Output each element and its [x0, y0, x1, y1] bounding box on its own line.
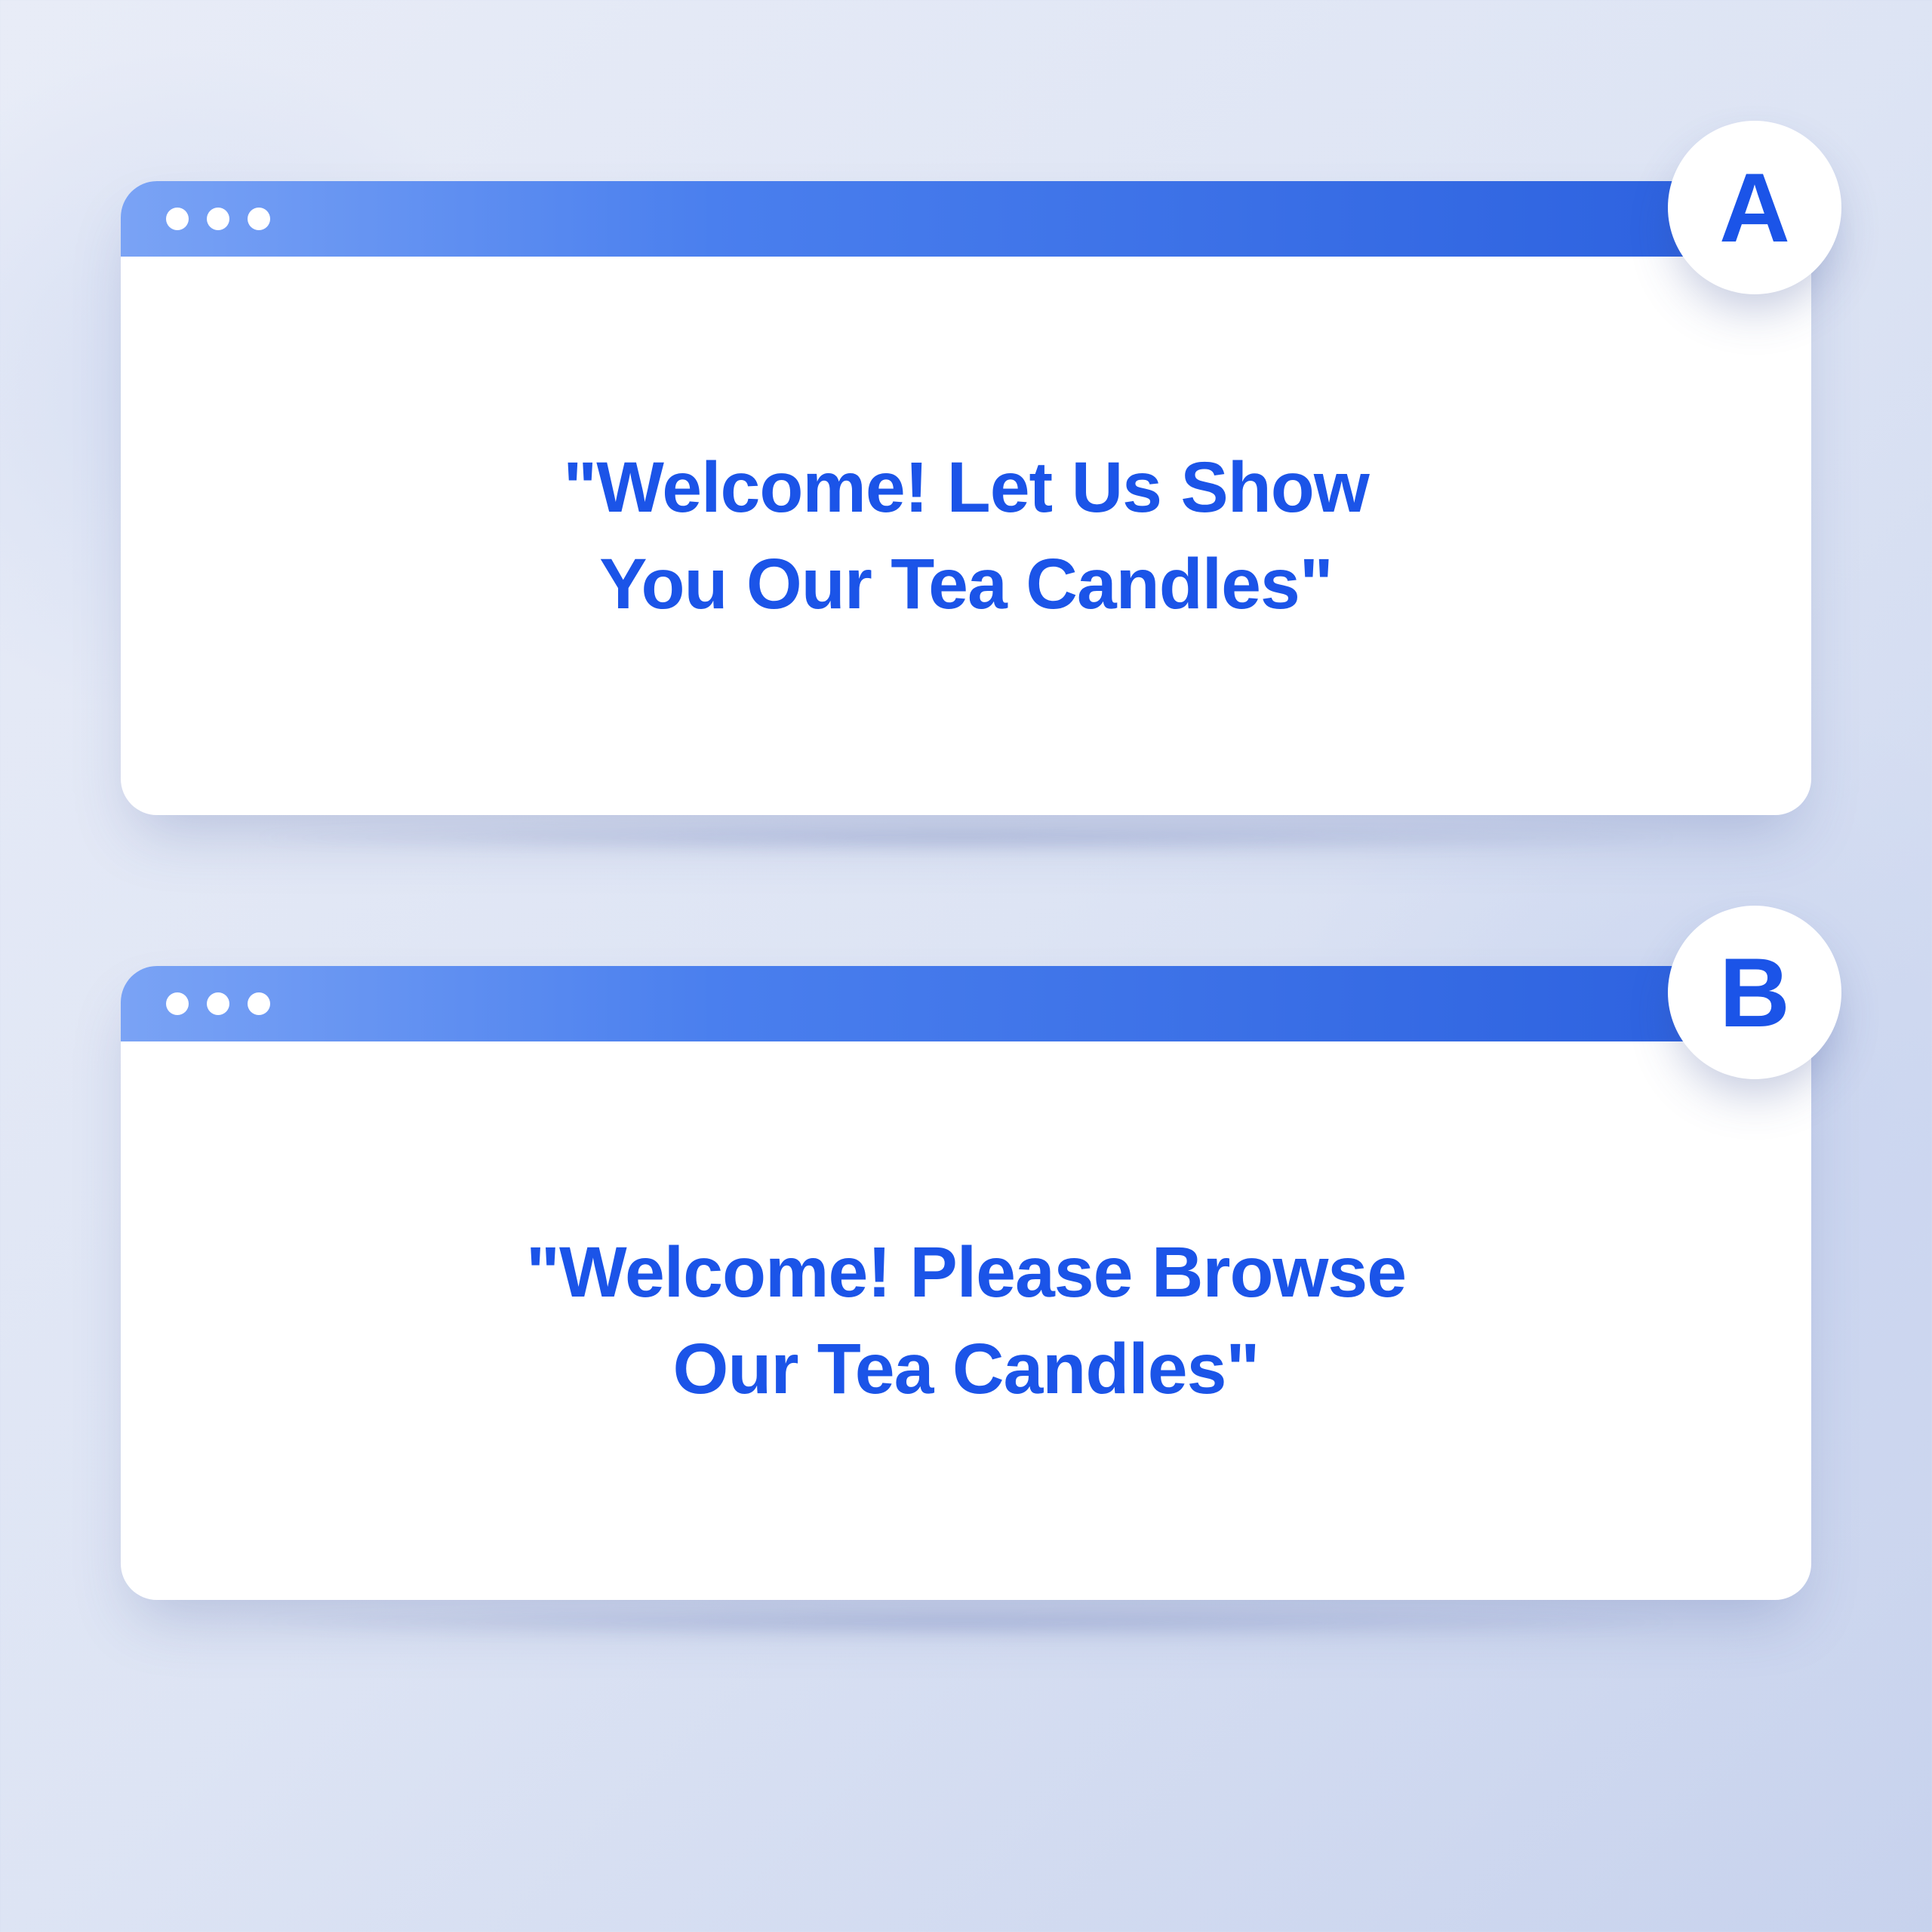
window-body: "Welcome! Please Browse Our Tea Candles"	[121, 1041, 1811, 1600]
traffic-light-dot-icon	[248, 992, 270, 1015]
variant-b-group: "Welcome! Please Browse Our Tea Candles"…	[121, 966, 1811, 1600]
welcome-message-b: "Welcome! Please Browse Our Tea Candles"	[526, 1224, 1406, 1418]
variant-badge-a: A	[1668, 121, 1841, 294]
badge-label: A	[1719, 151, 1790, 264]
message-line-1: "Welcome! Please Browse	[526, 1232, 1406, 1312]
comparison-container: "Welcome! Let Us Show You Our Tea Candle…	[0, 0, 1932, 1932]
window-shadow	[256, 823, 1676, 853]
window-titlebar	[121, 181, 1811, 257]
traffic-light-dot-icon	[166, 208, 189, 230]
traffic-light-dot-icon	[166, 992, 189, 1015]
window-titlebar	[121, 966, 1811, 1041]
variant-a-group: "Welcome! Let Us Show You Our Tea Candle…	[121, 181, 1811, 815]
message-line-1: "Welcome! Let Us Show	[563, 448, 1368, 528]
badge-label: B	[1719, 936, 1790, 1049]
variant-badge-b: B	[1668, 906, 1841, 1079]
browser-window-b: "Welcome! Please Browse Our Tea Candles"	[121, 966, 1811, 1600]
window-shadow	[256, 1607, 1676, 1638]
traffic-light-dot-icon	[207, 992, 229, 1015]
message-line-2: You Our Tea Candles"	[599, 544, 1333, 624]
welcome-message-a: "Welcome! Let Us Show You Our Tea Candle…	[563, 439, 1368, 633]
window-body: "Welcome! Let Us Show You Our Tea Candle…	[121, 257, 1811, 815]
traffic-light-dot-icon	[207, 208, 229, 230]
browser-window-a: "Welcome! Let Us Show You Our Tea Candle…	[121, 181, 1811, 815]
traffic-light-dot-icon	[248, 208, 270, 230]
message-line-2: Our Tea Candles"	[673, 1329, 1260, 1409]
